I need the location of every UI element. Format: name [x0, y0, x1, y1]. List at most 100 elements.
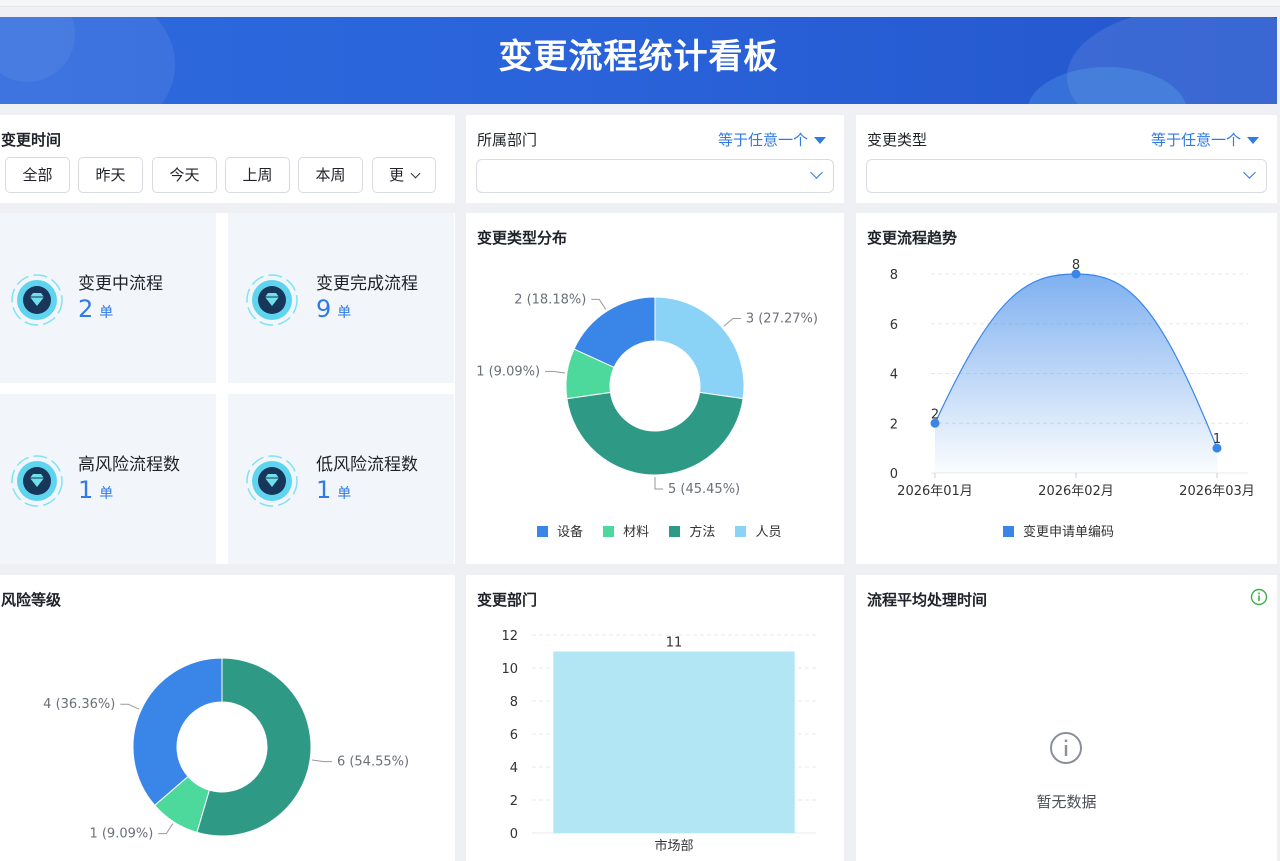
stat-number: 1 — [316, 476, 332, 504]
pie-slice — [566, 391, 744, 476]
y-tick-label: 6 — [510, 728, 518, 743]
legend-label: 材料 — [623, 525, 650, 540]
y-tick-label: 4 — [510, 761, 518, 776]
legend-swatch — [735, 526, 747, 537]
y-tick-label: 2 — [510, 794, 518, 809]
legend-item[interactable]: 方法 — [669, 525, 715, 540]
change-type-filter-card: 变更类型 等于任意一个 — [856, 115, 1277, 203]
time-btn-last-week[interactable]: 上周 — [225, 157, 290, 193]
x-tick-label: 2026年02月 — [1038, 484, 1114, 499]
y-tick-label: 0 — [510, 827, 518, 842]
stat-label: 变更完成流程 — [316, 274, 418, 294]
panel-title: 变更部门 — [477, 591, 538, 609]
trend-chart: 0 2 4 6 8 2 2026年01月 8 2026年02月 1 2026年03月 — [890, 258, 1255, 499]
stat-unit: 单 — [99, 486, 114, 502]
panel-title: 流程平均处理时间 — [867, 591, 988, 609]
panel-title: 变更类型分布 — [477, 229, 568, 247]
legend-item[interactable]: 人员 — [735, 525, 781, 540]
y-tick-label: 2 — [890, 417, 898, 432]
diamond-icon — [246, 455, 298, 507]
caret-down-icon — [814, 137, 826, 144]
stat-value: 2单 — [78, 295, 113, 323]
label-line — [591, 298, 607, 310]
stat-number: 9 — [316, 295, 332, 323]
legend-swatch — [537, 526, 548, 537]
type-distribution-legend: 设备 材料 方法 人员 — [537, 521, 797, 540]
empty-state-text: 暂无数据 — [1036, 793, 1097, 811]
data-label: 8 — [1072, 258, 1080, 273]
diamond-icon — [246, 274, 298, 326]
risk-level-chart: 6 (54.55%) 1 (9.09%) 4 (36.36%) — [43, 657, 409, 842]
change-type-select[interactable] — [866, 159, 1267, 193]
operator-label: 等于任意一个 — [717, 131, 808, 149]
time-btn-all[interactable]: 全部 — [5, 157, 70, 193]
chevron-down-icon — [810, 166, 823, 179]
x-tick-label: 2026年01月 — [897, 484, 973, 499]
label-line — [158, 823, 174, 835]
stat-card-low-risk: 低风险流程数 1单 — [228, 394, 454, 564]
legend-label: 方法 — [689, 525, 716, 540]
change-type-operator-dropdown[interactable]: 等于任意一个 — [1151, 129, 1259, 150]
legend-item[interactable]: 材料 — [603, 525, 649, 540]
department-select[interactable] — [476, 159, 834, 193]
stat-value: 9单 — [316, 295, 351, 323]
data-label: 11 — [666, 636, 683, 651]
legend-swatch — [603, 526, 615, 537]
label-line — [723, 318, 741, 327]
legend-label: 人员 — [755, 525, 782, 540]
header-banner: 变更流程统计看板 — [0, 17, 1277, 104]
label-line — [545, 370, 565, 374]
department-operator-dropdown[interactable]: 等于任意一个 — [718, 129, 826, 150]
top-strip — [0, 0, 1280, 7]
trend-card: 变更流程趋势 0 2 4 6 8 2 2026年01月 8 2026年02月 1 2026年03月 … — [856, 213, 1277, 564]
data-label: 1 (9.09%) — [89, 827, 153, 842]
stat-unit: 单 — [99, 305, 114, 321]
stat-number: 1 — [78, 476, 94, 504]
time-filter-label: 变更时间 — [1, 131, 62, 149]
stat-unit: 单 — [337, 486, 352, 502]
data-label: 4 (36.36%) — [43, 697, 115, 712]
y-tick-label: 8 — [510, 695, 518, 710]
type-distribution-chart: 3 (27.27%) 5 (45.45%) 1 (9.09%) 2 (18.18%) — [476, 292, 818, 497]
y-tick-label: 0 — [890, 467, 898, 482]
x-tick-label: 市场部 — [654, 838, 693, 854]
bar — [553, 651, 795, 833]
time-btn-yesterday[interactable]: 昨天 — [78, 157, 143, 193]
page-title: 变更流程统计看板 — [498, 37, 779, 77]
x-tick-label: 2026年03月 — [1179, 484, 1255, 499]
label-line — [312, 759, 332, 763]
data-label: 1 — [1213, 432, 1221, 447]
stat-value: 1单 — [316, 476, 351, 504]
data-label: 1 (9.09%) — [476, 364, 540, 379]
label-line — [120, 703, 140, 710]
stat-number: 2 — [78, 295, 94, 323]
empty-info-icon — [1050, 732, 1082, 764]
diamond-icon — [11, 455, 63, 507]
y-tick-label: 10 — [501, 662, 518, 677]
data-label: 2 — [931, 407, 939, 422]
time-btn-more[interactable]: 更 — [372, 157, 436, 193]
legend-swatch — [669, 526, 681, 537]
y-tick-label: 8 — [890, 268, 898, 283]
legend-swatch — [1003, 526, 1014, 537]
data-label: 6 (54.55%) — [337, 755, 409, 770]
chevron-down-icon — [1243, 166, 1256, 179]
panel-title: 风险等级 — [1, 591, 62, 609]
legend-label: 设备 — [557, 525, 584, 540]
panel-title: 变更流程趋势 — [867, 229, 958, 247]
legend-item[interactable]: 设备 — [537, 525, 583, 540]
y-tick-label: 4 — [890, 368, 898, 383]
operator-label: 等于任意一个 — [1150, 131, 1241, 149]
info-icon[interactable] — [1250, 588, 1268, 606]
department-filter-label: 所属部门 — [477, 131, 538, 149]
time-btn-today[interactable]: 今天 — [152, 157, 217, 193]
department-chart: 0 2 4 6 8 10 12 11 市场部 — [501, 629, 816, 854]
department-filter-card: 所属部门 等于任意一个 — [466, 115, 844, 203]
time-btn-this-week[interactable]: 本周 — [298, 157, 363, 193]
legend-item[interactable]: 变更申请单编码 — [1003, 525, 1114, 540]
pie-slice — [132, 657, 223, 806]
stat-unit: 单 — [337, 305, 352, 321]
data-label: 3 (27.27%) — [746, 312, 818, 327]
risk-level-card: 风险等级 6 (54.55%) 1 (9.09%) 4 (36.36%) — [0, 575, 455, 861]
data-label: 2 (18.18%) — [514, 292, 586, 307]
